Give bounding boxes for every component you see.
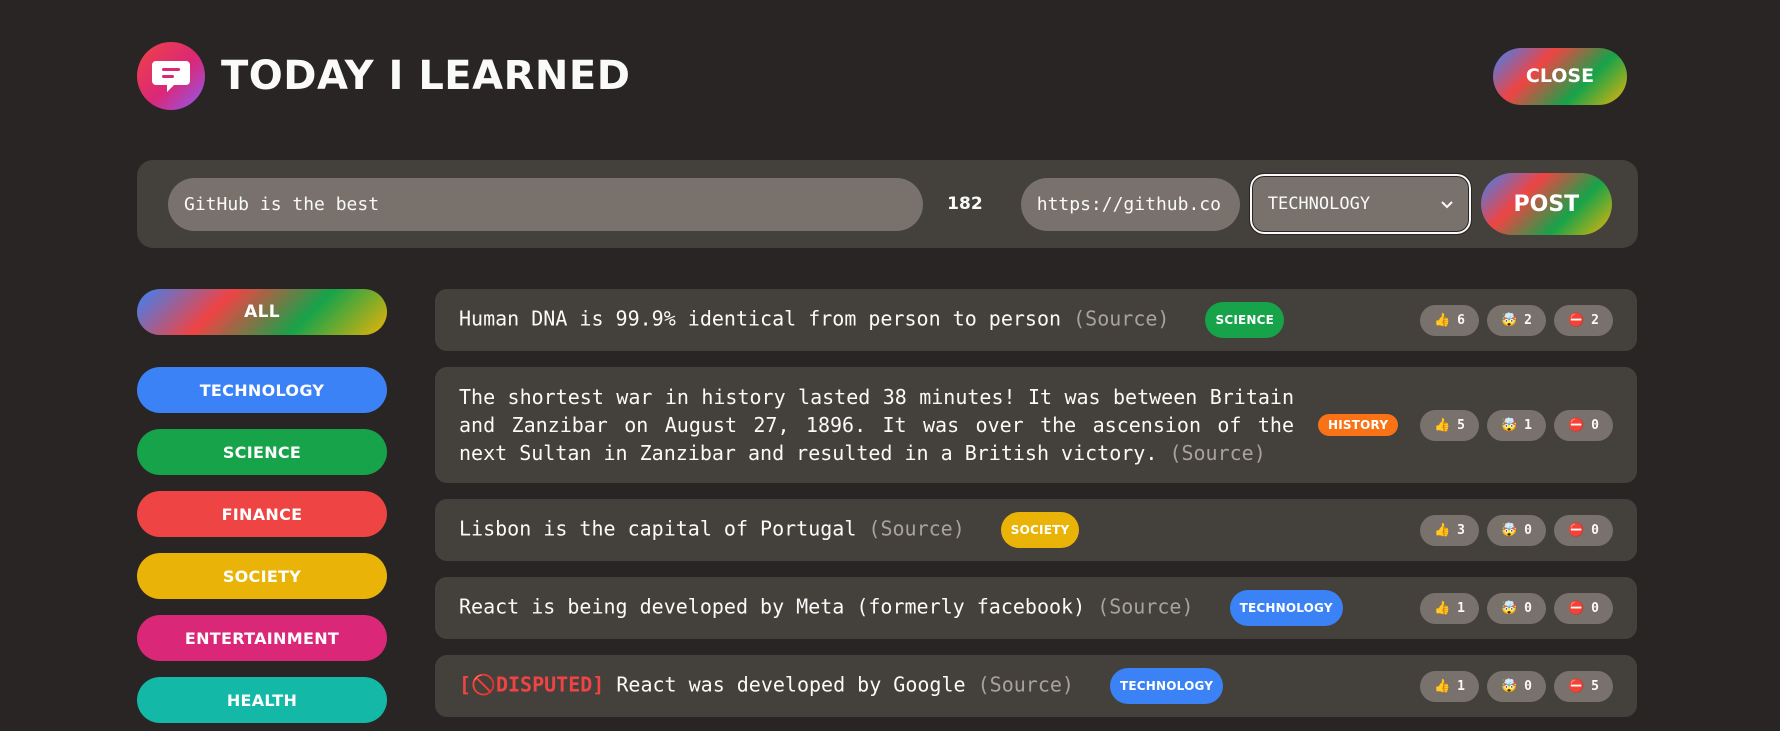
vote-false-button[interactable]: ⛔️ 0 (1554, 409, 1613, 441)
vote-count: 1 (1457, 678, 1465, 694)
vote-count: 5 (1457, 417, 1465, 433)
mind-blown-icon: 🤯 (1500, 600, 1518, 616)
category-society-button[interactable]: SOCIETY (137, 553, 387, 599)
fact-text-block: Human DNA is 99.9% identical from person… (459, 302, 1285, 338)
fact-input[interactable]: GitHub is the best (168, 177, 924, 231)
thumbs-up-icon: 👍 (1433, 312, 1451, 328)
category-tag: SCIENCE (1205, 302, 1285, 338)
source-link[interactable]: (Source) (868, 517, 964, 541)
category-tag: TECHNOLOGY (1109, 668, 1224, 704)
vote-interesting-button[interactable]: 👍 5 (1420, 409, 1479, 441)
thumbs-up-icon: 👍 (1433, 678, 1451, 694)
vote-mindblowing-button[interactable]: 🤯 0 (1487, 514, 1546, 546)
vote-buttons: 👍 5 🤯 1 ⛔️ 0 (1420, 409, 1613, 441)
no-entry-icon: ⛔️ (1567, 312, 1585, 328)
page-title: TODAY I LEARNED (221, 53, 631, 99)
vote-count: 0 (1591, 522, 1599, 538)
category-technology-button[interactable]: TECHNOLOGY (137, 367, 387, 413)
vote-interesting-button[interactable]: 👍 1 (1420, 670, 1479, 702)
vote-mindblowing-button[interactable]: 🤯 0 (1487, 592, 1546, 624)
no-entry-icon: ⛔️ (1567, 417, 1585, 433)
category-health-button[interactable]: HEALTH (137, 677, 387, 723)
fact-item: React is being developed by Meta (former… (435, 577, 1637, 639)
vote-count: 5 (1591, 678, 1599, 694)
source-link[interactable]: (Source) (1097, 595, 1193, 619)
vote-count: 2 (1591, 312, 1599, 328)
fact-text: Human DNA is 99.9% identical from person… (459, 306, 1062, 331)
close-button[interactable]: CLOSE (1493, 47, 1627, 105)
new-fact-form: GitHub is the best 182 https://github.co… (137, 160, 1638, 248)
facts-list: Human DNA is 99.9% identical from person… (435, 289, 1637, 731)
category-sidebar: ALL TECHNOLOGY SCIENCE FINANCE SOCIETY E… (137, 289, 387, 731)
chevron-down-icon (1441, 194, 1453, 214)
no-entry-icon: ⛔️ (1567, 678, 1585, 694)
vote-count: 0 (1591, 600, 1599, 616)
vote-interesting-button[interactable]: 👍 6 (1420, 304, 1479, 336)
vote-count: 0 (1591, 417, 1599, 433)
vote-count: 1 (1457, 600, 1465, 616)
source-link[interactable]: (Source) (978, 673, 1074, 697)
vote-buttons: 👍 1 🤯 0 ⛔️ 0 (1420, 592, 1613, 624)
thumbs-up-icon: 👍 (1433, 522, 1451, 538)
vote-false-button[interactable]: ⛔️ 2 (1554, 304, 1613, 336)
category-select-value: TECHNOLOGY (1267, 194, 1371, 214)
category-finance-button[interactable]: FINANCE (137, 491, 387, 537)
vote-count: 3 (1457, 522, 1465, 538)
speech-bubble-icon (137, 42, 205, 110)
no-entry-icon: ⛔️ (1567, 522, 1585, 538)
vote-mindblowing-button[interactable]: 🤯 1 (1487, 409, 1546, 441)
fact-text: React is being developed by Meta (former… (459, 594, 1086, 619)
fact-text-block: [🚫DISPUTED] React was developed by Googl… (459, 668, 1224, 704)
vote-buttons: 👍 1 🤯 0 ⛔️ 5 (1420, 670, 1613, 702)
vote-count: 1 (1524, 417, 1532, 433)
post-button[interactable]: POST (1480, 173, 1612, 235)
mind-blown-icon: 🤯 (1500, 678, 1518, 694)
brand: TODAY I LEARNED (137, 42, 630, 110)
category-science-button[interactable]: SCIENCE (137, 429, 387, 475)
category-all-button[interactable]: ALL (137, 289, 387, 335)
mind-blown-icon: 🤯 (1500, 312, 1518, 328)
fact-item: [🚫DISPUTED] React was developed by Googl… (435, 655, 1637, 717)
category-tag: HISTORY (1318, 414, 1399, 436)
category-select[interactable]: TECHNOLOGY (1248, 173, 1472, 235)
thumbs-up-icon: 👍 (1433, 417, 1451, 433)
no-entry-icon: ⛔️ (1567, 600, 1585, 616)
mind-blown-icon: 🤯 (1500, 522, 1518, 538)
fact-text-block: Lisbon is the capital of Portugal (Sourc… (459, 512, 1080, 548)
vote-false-button[interactable]: ⛔️ 5 (1554, 670, 1613, 702)
vote-buttons: 👍 3 🤯 0 ⛔️ 0 (1420, 514, 1613, 546)
category-tag: SOCIETY (1000, 512, 1080, 548)
vote-count: 0 (1524, 600, 1532, 616)
fact-text-block: React is being developed by Meta (former… (459, 590, 1343, 626)
char-count: 182 (947, 194, 983, 214)
vote-count: 2 (1524, 312, 1532, 328)
fact-text: Lisbon is the capital of Portugal (459, 516, 857, 541)
vote-mindblowing-button[interactable]: 🤯 2 (1487, 304, 1546, 336)
mind-blown-icon: 🤯 (1500, 417, 1518, 433)
fact-item: Human DNA is 99.9% identical from person… (435, 289, 1637, 351)
vote-false-button[interactable]: ⛔️ 0 (1554, 592, 1613, 624)
header: TODAY I LEARNED CLOSE (137, 40, 1627, 112)
source-link[interactable]: (Source) (1073, 307, 1169, 331)
vote-interesting-button[interactable]: 👍 3 (1420, 514, 1479, 546)
fact-text-block: The shortest war in history lasted 38 mi… (459, 383, 1294, 467)
vote-false-button[interactable]: ⛔️ 0 (1554, 514, 1613, 546)
category-tag: TECHNOLOGY (1229, 590, 1343, 626)
thumbs-up-icon: 👍 (1433, 600, 1451, 616)
disputed-label: [🚫DISPUTED] (459, 672, 605, 697)
vote-mindblowing-button[interactable]: 🤯 0 (1487, 670, 1546, 702)
vote-count: 6 (1457, 312, 1465, 328)
fact-text: React was developed by Google (616, 672, 966, 697)
category-entertainment-button[interactable]: ENTERTAINMENT (137, 615, 387, 661)
vote-count: 0 (1524, 678, 1532, 694)
vote-interesting-button[interactable]: 👍 1 (1420, 592, 1479, 624)
fact-item: Lisbon is the capital of Portugal (Sourc… (435, 499, 1637, 561)
source-input[interactable]: https://github.co (1020, 177, 1240, 231)
fact-item: The shortest war in history lasted 38 mi… (435, 367, 1637, 483)
vote-buttons: 👍 6 🤯 2 ⛔️ 2 (1420, 304, 1613, 336)
vote-count: 0 (1524, 522, 1532, 538)
source-link[interactable]: (Source) (1169, 441, 1265, 465)
